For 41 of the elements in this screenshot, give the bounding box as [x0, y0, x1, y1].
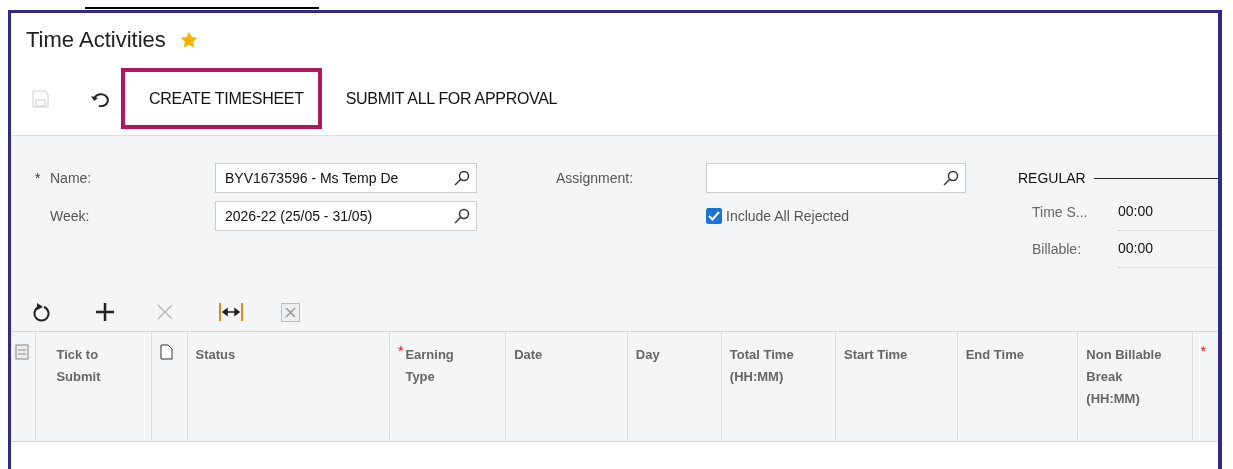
- checkbox[interactable]: [706, 208, 722, 224]
- refresh-icon: [33, 302, 51, 322]
- summary-label: Time S...: [1032, 203, 1089, 220]
- search-icon: [454, 208, 470, 224]
- search-icon: [454, 170, 470, 186]
- field-label: Name:: [50, 170, 92, 186]
- column-header: Earning Type: [405, 346, 455, 386]
- summary-value: 00:00: [1118, 203, 1154, 219]
- required-mark: *: [397, 344, 404, 361]
- add-icon: [95, 302, 115, 322]
- week-field[interactable]: 2026-22 (25/05 - 31/05): [215, 201, 477, 231]
- column-header: Tick to Submit: [56, 346, 102, 386]
- column-header: Day: [635, 346, 660, 364]
- search-icon: [943, 170, 959, 186]
- undo-icon: [90, 90, 110, 107]
- checkbox-label: Include All Rejected: [726, 208, 849, 224]
- star-icon[interactable]: [179, 31, 198, 49]
- column-header: Total Time (HH:MM): [729, 346, 795, 386]
- save-icon: [31, 89, 49, 108]
- field-label: Assignment:: [556, 170, 634, 186]
- assignment-field[interactable]: [706, 163, 966, 193]
- required-mark: *: [35, 170, 42, 186]
- spreadsheet-icon: [281, 302, 300, 322]
- column-header: Start Time: [844, 346, 908, 364]
- field-label: Week:: [50, 208, 90, 224]
- select-all-icon[interactable]: [15, 344, 29, 360]
- close-icon: [157, 304, 173, 320]
- column-header: Status: [195, 346, 236, 364]
- file-icon: [159, 344, 173, 360]
- column-header: Non Billable Break (HH:MM): [1086, 346, 1163, 408]
- undo-button[interactable]: [89, 90, 111, 107]
- page-title: Time Activities: [26, 27, 166, 53]
- name-field[interactable]: BYV1673596 - Ms Temp De: [215, 163, 477, 193]
- toolbar-button[interactable]: CREATE TIMESHEET: [121, 68, 322, 129]
- section-title: REGULAR: [1018, 170, 1086, 186]
- column-header: Date: [514, 346, 543, 364]
- required-mark: *: [1200, 344, 1206, 358]
- summary-value: 00:00: [1118, 240, 1154, 256]
- summary-label: Billable:: [1032, 240, 1083, 257]
- fit-columns-icon: [219, 303, 243, 321]
- column-header: End Time: [965, 346, 1024, 364]
